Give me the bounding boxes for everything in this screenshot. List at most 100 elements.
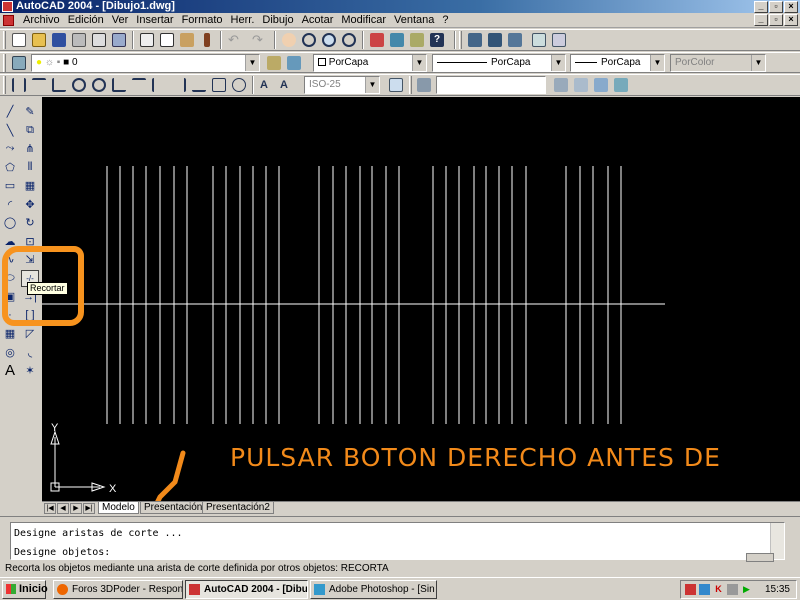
arc-icon[interactable]: ◜ bbox=[1, 196, 19, 213]
menu-archivo[interactable]: Archivo bbox=[19, 14, 64, 27]
menu-edicion[interactable]: Edición bbox=[64, 14, 108, 27]
chevron-down-icon[interactable]: ▼ bbox=[751, 55, 765, 71]
ordinate-dimension-icon[interactable] bbox=[49, 76, 69, 94]
menu-dibujo[interactable]: Dibujo bbox=[258, 14, 297, 27]
leader-icon[interactable] bbox=[189, 76, 209, 94]
viewport-icon[interactable] bbox=[571, 76, 591, 94]
tray-play-icon[interactable]: ▶ bbox=[741, 584, 752, 595]
rotate-icon[interactable]: ↻ bbox=[21, 214, 39, 231]
command-prompt[interactable]: Designe objetos: bbox=[14, 547, 110, 558]
menu-herr[interactable]: Herr. bbox=[227, 14, 259, 27]
zoom-previous-icon[interactable] bbox=[339, 31, 359, 49]
properties-icon[interactable] bbox=[367, 31, 387, 49]
menu-ver[interactable]: Ver bbox=[108, 14, 133, 27]
chevron-down-icon[interactable]: ▼ bbox=[412, 55, 426, 71]
pan-icon[interactable] bbox=[279, 31, 299, 49]
shade-icon[interactable] bbox=[611, 76, 631, 94]
cut-icon[interactable] bbox=[137, 31, 157, 49]
redo-icon[interactable]: ↷ bbox=[249, 31, 269, 49]
tray-app-icon[interactable] bbox=[685, 584, 696, 595]
toolbar-grip[interactable] bbox=[3, 31, 6, 49]
design-center-icon[interactable] bbox=[387, 31, 407, 49]
drawing-area[interactable]: YX pulsar boton derecho antes de bbox=[42, 97, 800, 501]
xref-icon[interactable] bbox=[549, 31, 569, 49]
polygon-icon[interactable]: ⬠ bbox=[1, 159, 19, 176]
restore-button[interactable]: ▫ bbox=[769, 1, 783, 13]
start-button[interactable]: Inicio bbox=[2, 580, 48, 599]
array-icon[interactable]: ▦ bbox=[21, 177, 39, 194]
document-icon[interactable] bbox=[3, 15, 14, 26]
new-icon[interactable] bbox=[9, 31, 29, 49]
refedit-icon[interactable] bbox=[529, 31, 549, 49]
close-button[interactable]: × bbox=[784, 1, 798, 13]
view-icon[interactable] bbox=[551, 76, 571, 94]
text-icon[interactable]: A bbox=[1, 362, 19, 379]
continue-dimension-icon[interactable] bbox=[169, 76, 189, 94]
dimension-style-icon[interactable] bbox=[386, 76, 406, 94]
line-icon[interactable]: ╱ bbox=[1, 103, 19, 120]
send-back-icon[interactable] bbox=[505, 31, 525, 49]
task-foros[interactable]: Foros 3DPoder - Respon... bbox=[53, 580, 183, 599]
task-photoshop[interactable]: Adobe Photoshop - [Sin t... bbox=[310, 580, 437, 599]
angular-dimension-icon[interactable] bbox=[109, 76, 129, 94]
drawing-canvas[interactable]: YX bbox=[42, 97, 800, 501]
construction-line-icon[interactable]: ╲ bbox=[1, 122, 19, 139]
offset-icon[interactable]: ⫴ bbox=[21, 159, 39, 176]
help-icon[interactable]: ? bbox=[427, 31, 447, 49]
last-tab-icon[interactable]: ▶| bbox=[83, 503, 95, 514]
linetype-dropdown[interactable]: PorCapa ▼ bbox=[432, 54, 566, 72]
tab-modelo[interactable]: Modelo bbox=[98, 502, 139, 514]
rectangle-icon[interactable]: ▭ bbox=[1, 177, 19, 194]
toolbar-grip[interactable] bbox=[3, 54, 6, 72]
circle-icon[interactable]: ◯ bbox=[1, 214, 19, 231]
menu-modificar[interactable]: Modificar bbox=[337, 14, 390, 27]
chevron-down-icon[interactable]: ▼ bbox=[650, 55, 664, 71]
move-icon[interactable]: ✥ bbox=[21, 196, 39, 213]
aligned-dimension-icon[interactable] bbox=[29, 76, 49, 94]
layer-edit-icon[interactable] bbox=[414, 76, 434, 94]
toolbar-grip[interactable] bbox=[459, 31, 462, 49]
copy-clipboard-icon[interactable] bbox=[157, 31, 177, 49]
save-icon[interactable] bbox=[49, 31, 69, 49]
previous-tab-icon[interactable]: ◀ bbox=[57, 503, 69, 514]
tray-k-icon[interactable]: K bbox=[713, 584, 724, 595]
menu-ventana[interactable]: Ventana bbox=[390, 14, 438, 27]
tray-speaker-icon[interactable] bbox=[727, 584, 738, 595]
linear-dimension-icon[interactable] bbox=[9, 76, 29, 94]
open-icon[interactable] bbox=[29, 31, 49, 49]
polyline-icon[interactable]: ⤳ bbox=[1, 140, 19, 157]
tolerance-icon[interactable] bbox=[209, 76, 229, 94]
menu-insertar[interactable]: Insertar bbox=[132, 14, 177, 27]
diameter-dimension-icon[interactable] bbox=[89, 76, 109, 94]
layer-dropdown[interactable]: ● ☼ ▪ ■ 0 ▼ bbox=[31, 54, 260, 72]
layer-previous-icon[interactable] bbox=[284, 54, 304, 72]
tab-presentacion2[interactable]: Presentación2 bbox=[202, 502, 274, 514]
erase-icon[interactable]: ✎ bbox=[21, 103, 39, 120]
region-icon[interactable]: ◎ bbox=[1, 344, 19, 361]
plotstyle-dropdown[interactable]: PorColor ▼ bbox=[670, 54, 766, 72]
print-icon[interactable] bbox=[69, 31, 89, 49]
mirror-icon[interactable]: ⋔ bbox=[21, 140, 39, 157]
zoom-window-icon[interactable] bbox=[319, 31, 339, 49]
bring-front-icon[interactable] bbox=[485, 31, 505, 49]
copy-icon[interactable]: ⧉ bbox=[21, 122, 39, 139]
layer-manager-icon[interactable] bbox=[9, 54, 29, 72]
chamfer-icon[interactable]: ◸ bbox=[21, 325, 39, 342]
zoom-realtime-icon[interactable] bbox=[299, 31, 319, 49]
command-scroll-thumb[interactable] bbox=[746, 553, 774, 562]
toolbar-grip[interactable] bbox=[3, 76, 6, 94]
quick-dimension-icon[interactable] bbox=[129, 76, 149, 94]
dimension-edit-icon[interactable]: A bbox=[257, 76, 277, 94]
match-properties-icon[interactable] bbox=[197, 31, 217, 49]
blank-dropdown[interactable] bbox=[436, 76, 546, 94]
tray-network-icon[interactable] bbox=[699, 584, 710, 595]
render-icon[interactable] bbox=[591, 76, 611, 94]
dimension-text-edit-icon[interactable]: A bbox=[277, 76, 297, 94]
color-dropdown[interactable]: PorCapa ▼ bbox=[313, 54, 427, 72]
make-object-layer-current-icon[interactable] bbox=[264, 54, 284, 72]
next-tab-icon[interactable]: ▶ bbox=[70, 503, 82, 514]
paste-icon[interactable] bbox=[177, 31, 197, 49]
baseline-dimension-icon[interactable] bbox=[149, 76, 169, 94]
menu-acotar[interactable]: Acotar bbox=[298, 14, 338, 27]
radius-dimension-icon[interactable] bbox=[69, 76, 89, 94]
